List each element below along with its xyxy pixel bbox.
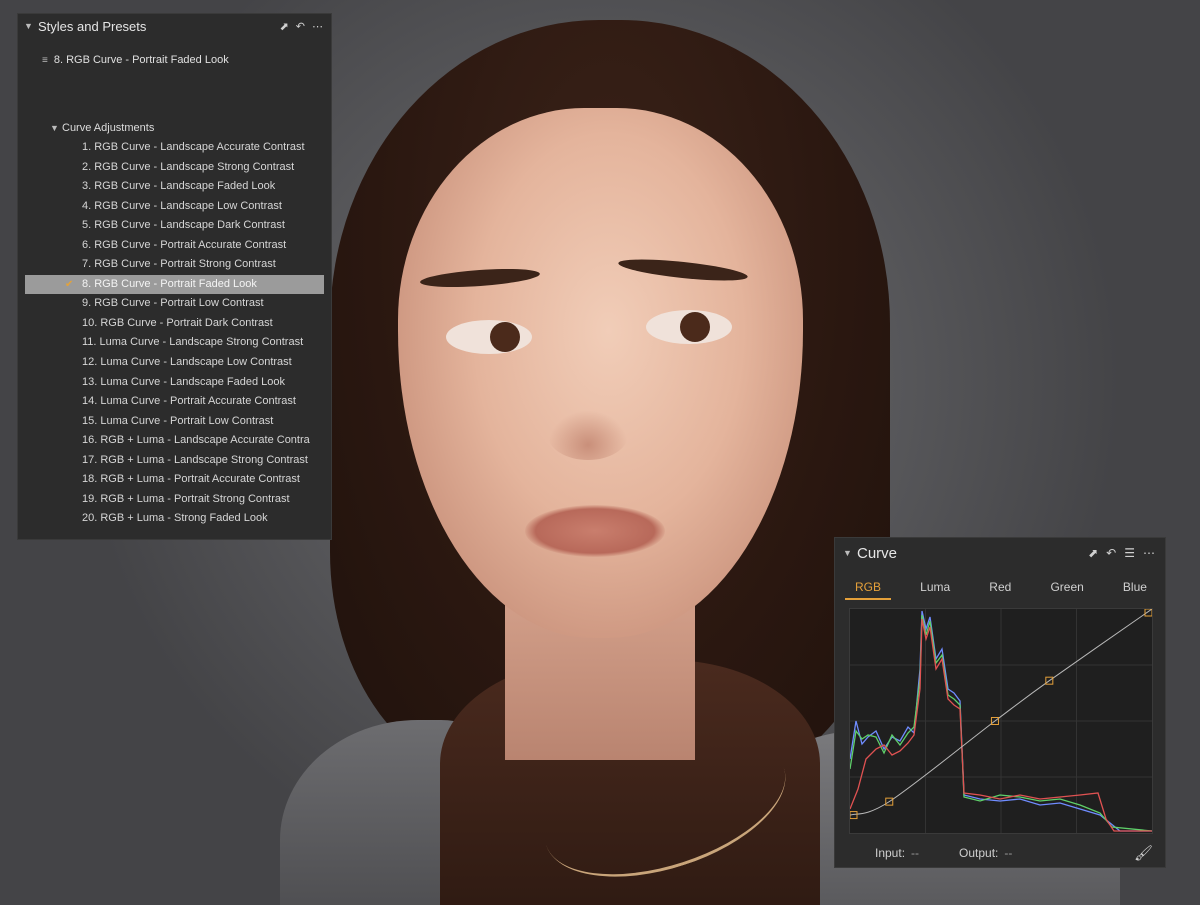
menu-icon[interactable]: ☰: [1124, 546, 1135, 560]
preset-item[interactable]: 6. RGB Curve - Portrait Accurate Contras…: [18, 236, 331, 256]
curve-panel-header[interactable]: ▼ Curve ⬈ ↶ ☰ ⋯: [835, 538, 1165, 568]
input-value: --: [911, 846, 920, 860]
tab-rgb[interactable]: RGB: [845, 578, 892, 600]
preset-item[interactable]: 5. RGB Curve - Landscape Dark Contrast: [18, 216, 331, 236]
preset-item[interactable]: 20. RGB + Luma - Strong Faded Look: [18, 509, 331, 529]
applied-style[interactable]: ≡ 8. RGB Curve - Portrait Faded Look: [42, 54, 229, 66]
preset-item-label: 15. Luma Curve - Portrait Low Contrast: [82, 414, 274, 427]
curve-svg[interactable]: [850, 609, 1152, 833]
group-curve-adjustments[interactable]: ▼ Curve Adjustments: [50, 122, 154, 134]
output-label: Output:: [959, 846, 999, 860]
tab-green[interactable]: Green: [1040, 578, 1093, 600]
input-readout: Input: --: [875, 846, 919, 860]
preset-item-label: 19. RGB + Luma - Portrait Strong Contras…: [82, 492, 290, 505]
preset-item-label: 9. RGB Curve - Portrait Low Contrast: [82, 297, 264, 310]
output-readout: Output: --: [959, 846, 1012, 860]
preset-item[interactable]: 3. RGB Curve - Landscape Faded Look: [18, 177, 331, 197]
preset-item[interactable]: 4. RGB Curve - Landscape Low Contrast: [18, 197, 331, 217]
expand-icon[interactable]: ⬈: [1088, 546, 1098, 560]
nose: [548, 410, 628, 460]
preset-item[interactable]: 1. RGB Curve - Landscape Accurate Contra…: [18, 138, 331, 158]
preset-item[interactable]: 2. RGB Curve - Landscape Strong Contrast: [18, 158, 331, 178]
preset-item-label: 6. RGB Curve - Portrait Accurate Contras…: [82, 238, 287, 251]
preset-item-label: 2. RGB Curve - Landscape Strong Contrast: [82, 160, 295, 173]
eye-left: [446, 320, 532, 354]
preset-item-label: 14. Luma Curve - Portrait Accurate Contr…: [82, 395, 296, 408]
preset-item[interactable]: 17. RGB + Luma - Landscape Strong Contra…: [18, 451, 331, 471]
styles-presets-panel: ▼ Styles and Presets ⬈ ↶ ⋯ ≡ 8. RGB Curv…: [17, 13, 332, 540]
preset-item[interactable]: ✔ 8. RGB Curve - Portrait Faded Look: [25, 274, 324, 295]
eyedropper-icon[interactable]: 🖌: [1134, 844, 1153, 862]
more-icon[interactable]: ⋯: [312, 20, 323, 33]
tab-blue[interactable]: Blue: [1113, 578, 1157, 600]
preset-item[interactable]: 7. RGB Curve - Portrait Strong Contrast: [18, 255, 331, 275]
preset-item-label: 1. RGB Curve - Landscape Accurate Contra…: [82, 141, 305, 153]
expand-icon[interactable]: ⬈: [280, 20, 289, 33]
preset-item[interactable]: 9. RGB Curve - Portrait Low Contrast: [18, 294, 331, 314]
preset-item[interactable]: 10. RGB Curve - Portrait Dark Contrast: [18, 314, 331, 334]
tab-red[interactable]: Red: [979, 578, 1021, 600]
presets-panel-header[interactable]: ▼ Styles and Presets ⬈ ↶ ⋯: [18, 14, 331, 38]
chevron-down-icon[interactable]: ▼: [843, 548, 857, 558]
applied-style-label: 8. RGB Curve - Portrait Faded Look: [53, 54, 229, 66]
tab-luma[interactable]: Luma: [910, 578, 960, 600]
reset-icon[interactable]: ↶: [1106, 546, 1116, 560]
chevron-down-icon[interactable]: ▼: [24, 21, 38, 31]
preset-item-label: 20. RGB + Luma - Strong Faded Look: [82, 512, 268, 525]
preset-item-label: 8. RGB Curve - Portrait Faded Look: [82, 277, 257, 290]
preset-item[interactable]: 12. Luma Curve - Landscape Low Contrast: [18, 353, 331, 373]
preset-item[interactable]: 19. RGB + Luma - Portrait Strong Contras…: [18, 490, 331, 510]
chevron-down-icon[interactable]: ▼: [50, 123, 62, 133]
check-icon: ✔: [65, 278, 74, 290]
panel-title: Curve: [857, 544, 898, 562]
stack-icon: ≡: [42, 54, 48, 66]
preset-item[interactable]: 14. Luma Curve - Portrait Accurate Contr…: [18, 392, 331, 412]
preset-item-label: 13. Luma Curve - Landscape Faded Look: [82, 375, 286, 388]
preset-item-label: 12. Luma Curve - Landscape Low Contrast: [82, 356, 292, 369]
curve-channel-tabs: RGB Luma Red Green Blue: [845, 578, 1157, 600]
preset-list: 1. RGB Curve - Landscape Accurate Contra…: [18, 138, 331, 529]
more-icon[interactable]: ⋯: [1143, 546, 1155, 560]
preset-item[interactable]: 15. Luma Curve - Portrait Low Contrast: [18, 412, 331, 432]
output-value: --: [1004, 846, 1013, 860]
preset-item-label: 16. RGB + Luma - Landscape Accurate Cont…: [82, 434, 310, 447]
preset-item-label: 18. RGB + Luma - Portrait Accurate Contr…: [82, 473, 300, 486]
input-label: Input:: [875, 846, 906, 860]
preset-item-label: 7. RGB Curve - Portrait Strong Contrast: [82, 258, 276, 271]
group-label: Curve Adjustments: [62, 122, 155, 134]
preset-item-label: 10. RGB Curve - Portrait Dark Contrast: [82, 316, 273, 329]
preset-item[interactable]: 11. Luma Curve - Landscape Strong Contra…: [18, 333, 331, 353]
curve-panel: ▼ Curve ⬈ ↶ ☰ ⋯ RGB Luma Red Green Blue: [834, 537, 1166, 868]
preset-item[interactable]: 16. RGB + Luma - Landscape Accurate Cont…: [18, 431, 331, 451]
curve-graph[interactable]: [849, 608, 1153, 834]
preset-item-label: 3. RGB Curve - Landscape Faded Look: [82, 180, 276, 193]
preset-item[interactable]: 13. Luma Curve - Landscape Faded Look: [18, 373, 331, 393]
lips: [525, 505, 665, 557]
preset-item-label: 5. RGB Curve - Landscape Dark Contrast: [82, 219, 285, 232]
preset-item-label: 17. RGB + Luma - Landscape Strong Contra…: [82, 453, 308, 466]
eye-right: [646, 310, 732, 344]
preset-item-label: 4. RGB Curve - Landscape Low Contrast: [82, 199, 282, 212]
preset-item[interactable]: 18. RGB + Luma - Portrait Accurate Contr…: [18, 470, 331, 490]
reset-icon[interactable]: ↶: [296, 20, 305, 33]
preset-item-label: 11. Luma Curve - Landscape Strong Contra…: [82, 336, 304, 349]
panel-title: Styles and Presets: [38, 18, 147, 34]
